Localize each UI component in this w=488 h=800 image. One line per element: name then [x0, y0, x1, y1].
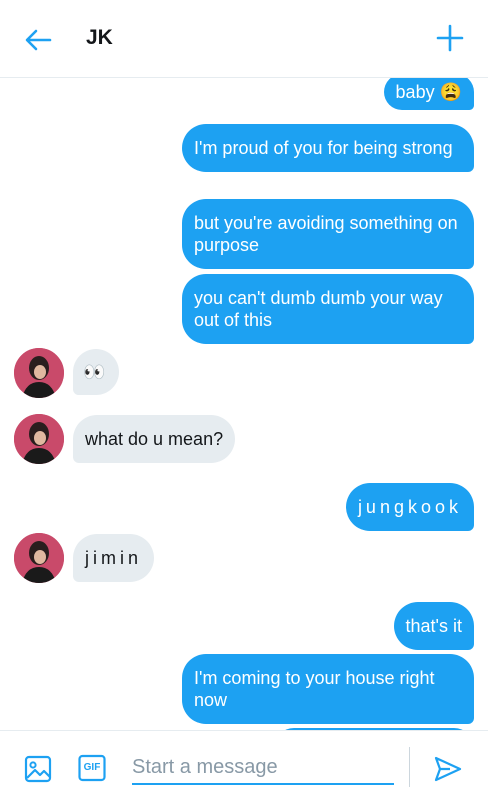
composer-divider	[409, 747, 410, 787]
conversation-title[interactable]: JK	[86, 26, 113, 50]
message-list[interactable]: baby 😩 I'm proud of you for being strong…	[0, 78, 488, 730]
gif-label: GIF	[83, 762, 101, 773]
message-bubble-sent[interactable]: I'm coming to your house right now	[182, 654, 474, 724]
send-icon	[434, 756, 462, 782]
message-bubble-received[interactable]: jimin	[73, 534, 155, 582]
image-icon	[24, 755, 52, 783]
add-button[interactable]	[432, 20, 468, 56]
back-button[interactable]	[20, 22, 56, 58]
message-input[interactable]	[132, 751, 394, 785]
add-photo-button[interactable]	[20, 751, 56, 787]
message-bubble-received[interactable]: 👀	[73, 349, 119, 395]
back-arrow-icon	[25, 29, 52, 51]
message-bubble-sent[interactable]: I'm proud of you for being strong	[182, 124, 474, 172]
message-bubble-sent[interactable]: you can't dumb dumb your way out of this	[182, 274, 474, 344]
message-composer: GIF	[0, 730, 488, 800]
avatar[interactable]	[14, 414, 64, 464]
profile-photo-icon	[14, 533, 64, 583]
message-bubble-sent[interactable]: baby 😩	[383, 78, 474, 110]
profile-photo-icon	[14, 414, 64, 464]
conversation-header: JK	[0, 0, 488, 78]
message-bubble-sent[interactable]: jungkook	[345, 483, 474, 531]
profile-photo-icon	[14, 348, 64, 398]
avatar[interactable]	[14, 348, 64, 398]
send-button[interactable]	[430, 751, 466, 787]
message-bubble-received[interactable]: what do u mean?	[73, 415, 236, 463]
message-bubble-sent[interactable]: that's it	[393, 602, 474, 650]
avatar[interactable]	[14, 533, 64, 583]
plus-icon	[436, 24, 464, 52]
add-gif-button[interactable]: GIF	[76, 751, 108, 785]
message-bubble-sent[interactable]: but you're avoiding something on purpose	[182, 199, 474, 269]
